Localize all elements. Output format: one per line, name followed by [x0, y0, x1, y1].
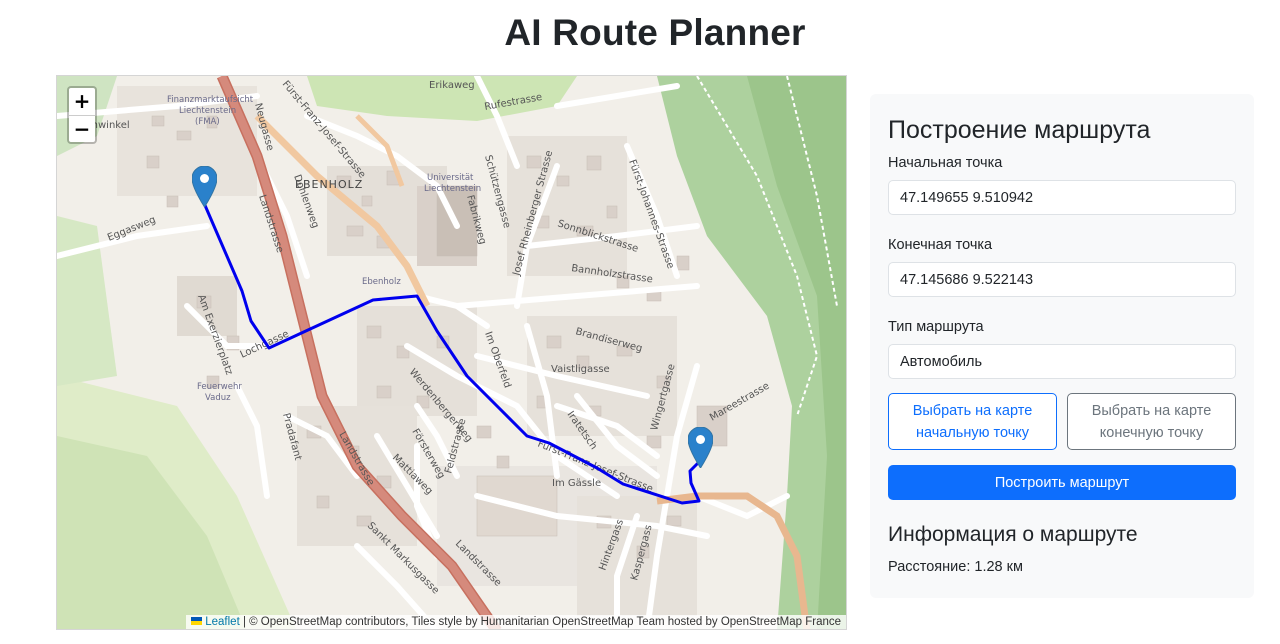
label-fma-1: Finanzmarktaufsicht [167, 95, 254, 105]
label-uni-1: Universität [427, 173, 474, 183]
label-feuerwehr-1: Feuerwehr [197, 382, 242, 392]
pick-end-line2: конечную точку [1099, 424, 1204, 441]
zoom-control: + − [67, 86, 97, 144]
panel-title: Построение маршрута [888, 116, 1151, 144]
route-distance: Расстояние: 1.28 км [888, 559, 1023, 575]
attribution-text: | © OpenStreetMap contributors, Tiles st… [239, 616, 841, 628]
end-marker-icon[interactable] [687, 426, 714, 469]
pick-end-line1: Выбрать на карте [1091, 402, 1212, 419]
build-route-button[interactable]: Построить маршрут [888, 465, 1236, 500]
route-type-select[interactable]: Автомобиль [888, 344, 1236, 379]
ukraine-flag-icon [191, 617, 203, 625]
leaflet-link[interactable]: Leaflet [205, 616, 240, 628]
map-tiles[interactable]: Rehwinkel Finanzmarktaufsicht Liechtenst… [57, 76, 847, 630]
route-map[interactable]: Rehwinkel Finanzmarktaufsicht Liechtenst… [56, 75, 847, 630]
pick-end-button[interactable]: Выбрать на карте конечную точку [1067, 393, 1236, 450]
label-fma-2: Liechtenstein [179, 106, 236, 116]
start-point-label: Начальная точка [888, 155, 1003, 171]
map-attribution: Leaflet | © OpenStreetMap contributors, … [186, 615, 846, 629]
label-vaistligasse: Vaistligasse [551, 364, 610, 375]
zoom-in-button[interactable]: + [69, 88, 95, 115]
route-type-label: Тип маршрута [888, 319, 984, 335]
route-type-value: Автомобиль [900, 353, 983, 370]
route-info-title: Информация о маршруте [888, 523, 1138, 546]
start-marker-icon[interactable] [191, 165, 218, 208]
pick-start-button[interactable]: Выбрать на карте начальную точку [888, 393, 1057, 450]
page-title: AI Route Planner [504, 12, 806, 53]
end-point-label: Конечная точка [888, 237, 993, 253]
pick-start-line1: Выбрать на карте [912, 402, 1033, 419]
label-ebenholz-stop: Ebenholz [362, 277, 401, 287]
pick-start-line2: начальную точку [915, 424, 1030, 441]
end-point-input[interactable] [888, 262, 1236, 297]
pick-buttons-row: Выбрать на карте начальную точку Выбрать… [888, 393, 1236, 450]
label-feuerwehr-2: Vaduz [205, 393, 231, 403]
label-erikaweg: Erikaweg [429, 80, 475, 91]
label-uni-2: Liechtenstein [424, 184, 481, 194]
label-im-gassle: Im Gässle [552, 478, 601, 489]
route-panel: Построение маршрута Начальная точка Коне… [870, 94, 1254, 598]
start-point-input[interactable] [888, 180, 1236, 215]
label-fma-3: (FMA) [195, 117, 220, 127]
zoom-out-button[interactable]: − [69, 115, 95, 142]
